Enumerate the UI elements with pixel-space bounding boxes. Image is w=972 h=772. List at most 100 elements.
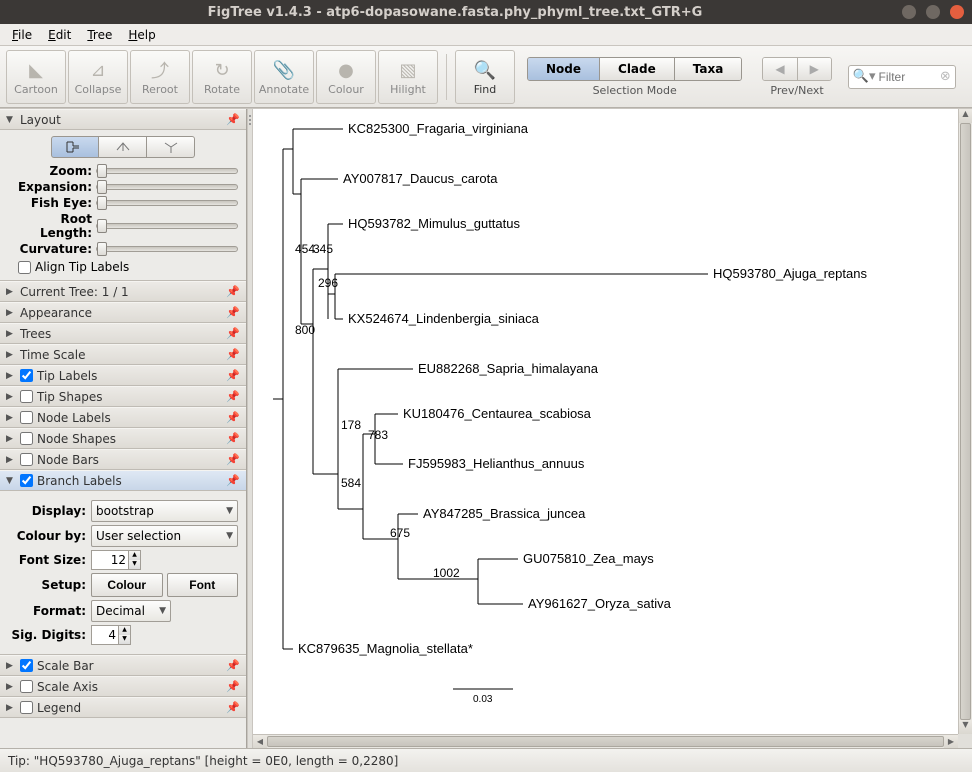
svg-text:675: 675	[390, 526, 410, 540]
scaleaxis-checkbox[interactable]	[20, 680, 33, 693]
align-tip-labels-checkbox[interactable]	[18, 261, 31, 274]
cartoon-button[interactable]: ◣Cartoon	[6, 50, 66, 104]
annotate-button[interactable]: 📎Annotate	[254, 50, 314, 104]
collapse-icon: ⊿	[85, 57, 111, 83]
panel-layout-header[interactable]: ▼ Layout 📌	[0, 109, 246, 130]
horizontal-scrollbar[interactable]: ◀▶	[253, 734, 958, 748]
layout-rectangular-button[interactable]	[51, 136, 99, 158]
rootlength-slider[interactable]	[96, 223, 238, 229]
svg-text:783: 783	[368, 428, 388, 442]
node-labels-checkbox[interactable]	[20, 411, 33, 424]
next-button[interactable]: ▶	[798, 58, 831, 80]
pin-icon[interactable]: 📌	[226, 701, 240, 714]
menu-edit[interactable]: Edit	[42, 26, 77, 44]
pin-icon[interactable]: 📌	[226, 432, 240, 445]
sidebar: ▼ Layout 📌 Zoom: Expansion: Fish Eye: Ro…	[0, 109, 247, 748]
pin-icon[interactable]: 📌	[226, 285, 240, 298]
panel-node-bars[interactable]: ▶Node Bars📌	[0, 449, 246, 470]
toolbar: ◣Cartoon ⊿Collapse ⤴Reroot ↻Rotate 📎Anno…	[0, 46, 972, 108]
tip-shapes-checkbox[interactable]	[20, 390, 33, 403]
hilight-button[interactable]: ▧Hilight	[378, 50, 438, 104]
menu-tree[interactable]: Tree	[81, 26, 118, 44]
panel-current-tree[interactable]: ▶Current Tree: 1 / 1📌	[0, 281, 246, 302]
colour-button[interactable]: ●Colour	[316, 50, 376, 104]
node-bars-checkbox[interactable]	[20, 453, 33, 466]
phylo-tree: KC879635_Magnolia_stellata* KC825300_Fra…	[253, 109, 953, 729]
pin-icon[interactable]: 📌	[226, 659, 240, 672]
fontsize-spinner[interactable]: 12▲▼	[91, 550, 141, 570]
search-icon: 🔍	[472, 57, 498, 83]
panel-node-shapes[interactable]: ▶Node Shapes📌	[0, 428, 246, 449]
pin-icon[interactable]: 📌	[226, 113, 240, 126]
panel-tip-labels[interactable]: ▶Tip Labels📌	[0, 365, 246, 386]
panel-branch-labels[interactable]: ▼Branch Labels📌	[0, 470, 246, 491]
pin-icon[interactable]: 📌	[226, 411, 240, 424]
legend-checkbox[interactable]	[20, 701, 33, 714]
svg-text:178: 178	[341, 418, 361, 432]
fisheye-slider[interactable]	[96, 200, 238, 206]
reroot-icon: ⤴	[147, 57, 173, 83]
filter-input[interactable]	[879, 70, 939, 84]
pin-icon[interactable]: 📌	[226, 306, 240, 319]
menubar: File Edit Tree Help	[0, 24, 972, 46]
selection-node-button[interactable]: Node	[528, 58, 600, 80]
selection-clade-button[interactable]: Clade	[600, 58, 675, 80]
panel-branch-labels-body: Display:bootstrap▼ Colour by:User select…	[0, 491, 246, 655]
pin-icon[interactable]: 📌	[226, 369, 240, 382]
tree-view[interactable]: KC879635_Magnolia_stellata* KC825300_Fra…	[253, 109, 972, 748]
panel-node-labels[interactable]: ▶Node Labels📌	[0, 407, 246, 428]
panel-time-scale[interactable]: ▶Time Scale📌	[0, 344, 246, 365]
layout-radial-button[interactable]	[147, 136, 195, 158]
svg-text:1002: 1002	[433, 566, 460, 580]
menu-help[interactable]: Help	[122, 26, 161, 44]
panel-layout-title: Layout	[20, 113, 61, 127]
find-button[interactable]: 🔍Find	[455, 50, 515, 104]
setup-font-button[interactable]: Font	[167, 573, 239, 597]
panel-scale-bar[interactable]: ▶Scale Bar📌	[0, 655, 246, 676]
window-maximize-button[interactable]	[926, 5, 940, 19]
panel-tip-shapes[interactable]: ▶Tip Shapes📌	[0, 386, 246, 407]
window-minimize-button[interactable]	[902, 5, 916, 19]
collapse-triangle-icon: ▼	[6, 115, 15, 125]
tip-labels-checkbox[interactable]	[20, 369, 33, 382]
filter-box[interactable]: 🔍▾ ⊗	[848, 65, 956, 89]
svg-text:800: 800	[295, 323, 315, 337]
layout-polar-button[interactable]	[99, 136, 147, 158]
node-shapes-checkbox[interactable]	[20, 432, 33, 445]
expansion-slider[interactable]	[96, 184, 238, 190]
rotate-button[interactable]: ↻Rotate	[192, 50, 252, 104]
sigdigits-spinner[interactable]: 4▲▼	[91, 625, 131, 645]
reroot-button[interactable]: ⤴Reroot	[130, 50, 190, 104]
window-titlebar: FigTree v1.4.3 - atp6-dopasowane.fasta.p…	[0, 0, 972, 24]
svg-text:345: 345	[313, 242, 333, 256]
vertical-scrollbar[interactable]: ▲▼	[958, 109, 972, 734]
window-close-button[interactable]	[950, 5, 964, 19]
curvature-slider[interactable]	[96, 246, 238, 252]
collapse-button[interactable]: ⊿Collapse	[68, 50, 128, 104]
panel-scale-axis[interactable]: ▶Scale Axis📌	[0, 676, 246, 697]
menu-file[interactable]: File	[6, 26, 38, 44]
zoom-slider[interactable]	[96, 168, 238, 174]
prev-button[interactable]: ◀	[763, 58, 797, 80]
panel-trees[interactable]: ▶Trees📌	[0, 323, 246, 344]
rootlength-label: Root Length:	[8, 212, 92, 240]
display-combo[interactable]: bootstrap▼	[91, 500, 238, 522]
panel-legend[interactable]: ▶Legend📌	[0, 697, 246, 718]
svg-text:KX524674_Lindenbergia_siniaca: KX524674_Lindenbergia_siniaca	[348, 311, 540, 326]
colourby-combo[interactable]: User selection▼	[91, 525, 238, 547]
pin-icon[interactable]: 📌	[226, 453, 240, 466]
svg-text:0.03: 0.03	[473, 694, 493, 705]
branch-labels-checkbox[interactable]	[20, 474, 33, 487]
pin-icon[interactable]: 📌	[226, 680, 240, 693]
pin-icon[interactable]: 📌	[226, 327, 240, 340]
panel-appearance[interactable]: ▶Appearance📌	[0, 302, 246, 323]
format-combo[interactable]: Decimal▼	[91, 600, 171, 622]
selection-taxa-button[interactable]: Taxa	[675, 58, 742, 80]
status-text: Tip: "HQ593780_Ajuga_reptans" [height = …	[8, 754, 398, 768]
setup-colour-button[interactable]: Colour	[91, 573, 163, 597]
pin-icon[interactable]: 📌	[226, 390, 240, 403]
pin-icon[interactable]: 📌	[226, 474, 240, 487]
filter-clear-icon[interactable]: ⊗	[940, 69, 951, 84]
scalebar-checkbox[interactable]	[20, 659, 33, 672]
pin-icon[interactable]: 📌	[226, 348, 240, 361]
